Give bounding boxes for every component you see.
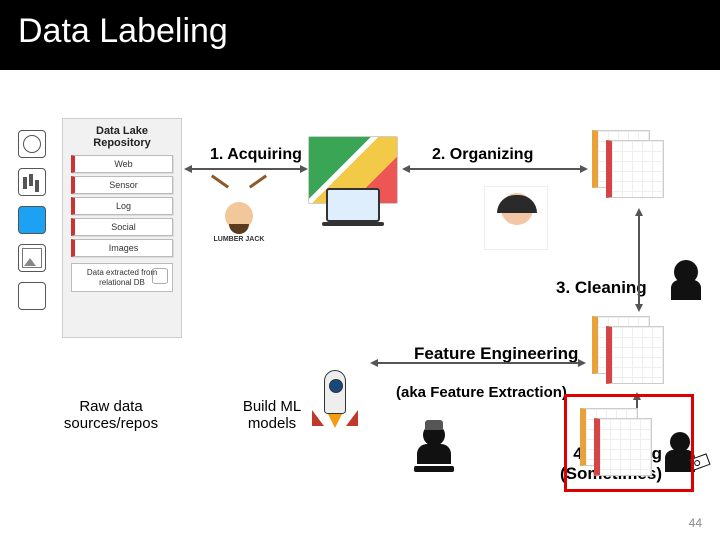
repo-item: Web	[71, 155, 173, 173]
repo-item: Images	[71, 239, 173, 257]
raw-line1: Raw data	[46, 398, 176, 415]
repo-item: Social	[71, 218, 173, 236]
repo-db-extract: Data extracted from relational DB	[71, 263, 173, 292]
arrow-acquiring	[186, 168, 306, 170]
rocket-icon	[312, 370, 358, 440]
build-ml-caption: Build ML models	[222, 398, 322, 432]
page-number: 44	[689, 516, 702, 530]
person-photo	[484, 186, 548, 250]
twitter-icon	[18, 206, 46, 234]
data-lake-repository: Data Lake Repository Web Sensor Log Soci…	[62, 118, 182, 338]
spreadsheet-icon-mid	[592, 316, 670, 386]
raw-line2: sources/repos	[46, 415, 176, 432]
arrow-cleaning	[638, 210, 640, 310]
spreadsheet-icon-bottom	[580, 408, 658, 478]
feature-extraction-label: (aka Feature Extraction)	[396, 384, 567, 401]
arrow-organizing	[404, 168, 586, 170]
lumberjack-label: LUMBER JACK	[208, 236, 270, 243]
step-acquiring: 1. Acquiring	[210, 146, 302, 164]
annotator-person-icon	[408, 424, 460, 480]
build-line1: Build ML	[222, 398, 322, 415]
lumberjack-illustration: LUMBER JACK	[208, 186, 270, 243]
step-cleaning: 3. Cleaning	[556, 278, 647, 298]
globe-icon	[18, 130, 46, 158]
laptop-icon	[326, 188, 380, 222]
database-icon	[18, 282, 46, 310]
build-line2: models	[222, 415, 322, 432]
slide-title-bar: Data Labeling	[0, 0, 720, 70]
raw-data-caption: Raw data sources/repos	[46, 398, 176, 432]
slide-title: Data Labeling	[18, 12, 228, 50]
cleaning-person-icon	[668, 260, 704, 306]
arrow-feature-eng	[372, 362, 584, 364]
photo-icon	[18, 244, 46, 272]
spreadsheet-icon-top	[592, 130, 670, 200]
repo-item: Sensor	[71, 176, 173, 194]
feature-engineering-label: Feature Engineering	[414, 344, 578, 364]
repo-item: Log	[71, 197, 173, 215]
tagging-person-icon	[656, 432, 704, 486]
step-organizing: 2. Organizing	[432, 146, 533, 164]
source-icons-column	[18, 130, 50, 320]
repo-title: Data Lake Repository	[69, 125, 175, 149]
barcode-icon	[18, 168, 46, 196]
